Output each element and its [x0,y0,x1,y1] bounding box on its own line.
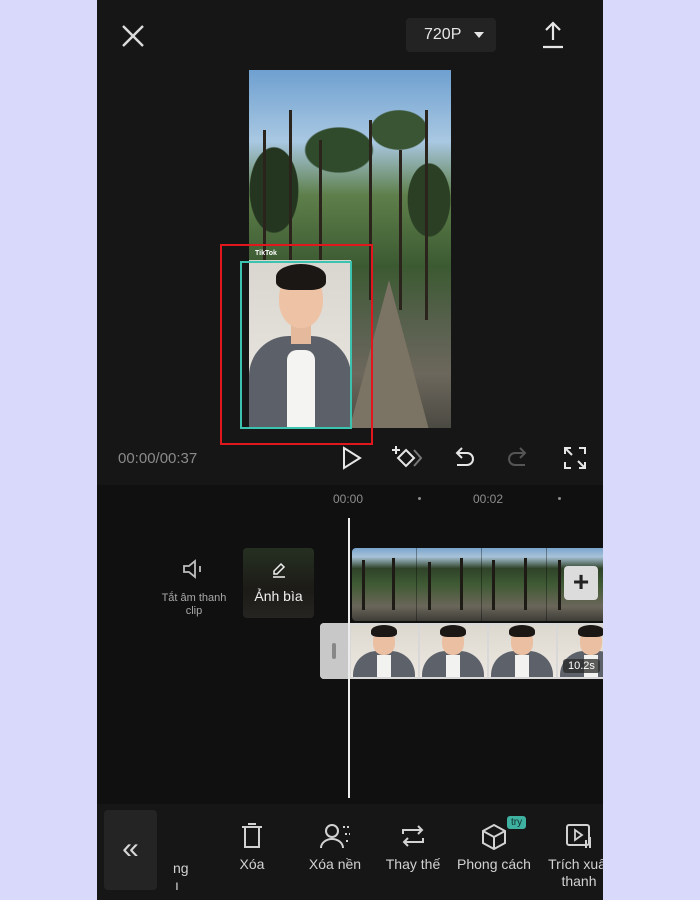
replace-icon [402,825,424,847]
style-cube-icon [482,823,506,850]
cover-label: Ảnh bìa [254,588,303,604]
redo-icon[interactable] [505,444,533,472]
ruler-dot [418,497,421,500]
ruler-dot [558,497,561,500]
resolution-value: 720P [424,26,462,43]
clipped-tool-label: ng [173,860,189,876]
tool-label: Phong cách [457,856,531,872]
pencil-icon [273,562,286,578]
playback-timecode: 00:00/00:37 [118,450,198,467]
remove-background-icon [320,824,350,849]
delete-tool[interactable]: Xóa [235,822,269,873]
clipped-tool-label: ı [175,877,179,893]
highlight-frame [220,244,373,445]
playhead[interactable] [348,518,350,798]
capcut-editor-screen: 720P TikTok 00:00/00:37 00:00 00:02 Tắt … [97,0,603,900]
add-clip-button[interactable]: + [564,566,598,600]
tool-label: Thay thế [385,856,441,872]
fullscreen-icon[interactable] [561,444,589,472]
speaker-icon[interactable] [181,557,205,581]
tool-label: Xóa [239,856,265,872]
resolution-dropdown[interactable]: 720P [406,18,496,52]
replace-tool[interactable]: Thay thế [383,822,443,873]
trim-handle[interactable] [320,623,350,679]
ruler-time-0: 00:00 [333,492,364,506]
keyframe-add-icon[interactable] [389,444,423,472]
play-icon[interactable] [337,444,365,472]
trash-icon [242,823,262,848]
tool-label: Xóa nền [308,856,362,872]
overlay-thumbnail [351,625,418,677]
overlay-thumbnail [489,625,556,677]
tool-label-line2: thanh [561,873,597,889]
close-icon[interactable] [119,22,147,50]
cover-thumbnail[interactable]: Ảnh bìa [243,548,314,618]
remove-background-tool[interactable]: Xóa nền [303,822,367,873]
overlay-thumbnail [420,625,487,677]
extract-audio-icon [566,824,591,848]
ruler-time-1: 00:02 [473,492,504,506]
undo-icon[interactable] [449,444,477,472]
overlay-track[interactable] [320,623,603,679]
extract-audio-tool[interactable]: Trích xuất thanh [541,822,603,890]
style-tool[interactable]: Phong cách [455,822,533,873]
collapse-toolbar-button[interactable]: « [104,810,157,890]
tool-label: Trích xuất [548,856,603,872]
overlay-duration-badge: 10.2s [563,659,600,673]
caret-down-icon [474,32,484,38]
try-badge: try [507,816,527,829]
export-upload-icon[interactable] [541,20,565,50]
mute-clip-audio-button[interactable]: Tắt âm thanh clip [157,592,231,618]
